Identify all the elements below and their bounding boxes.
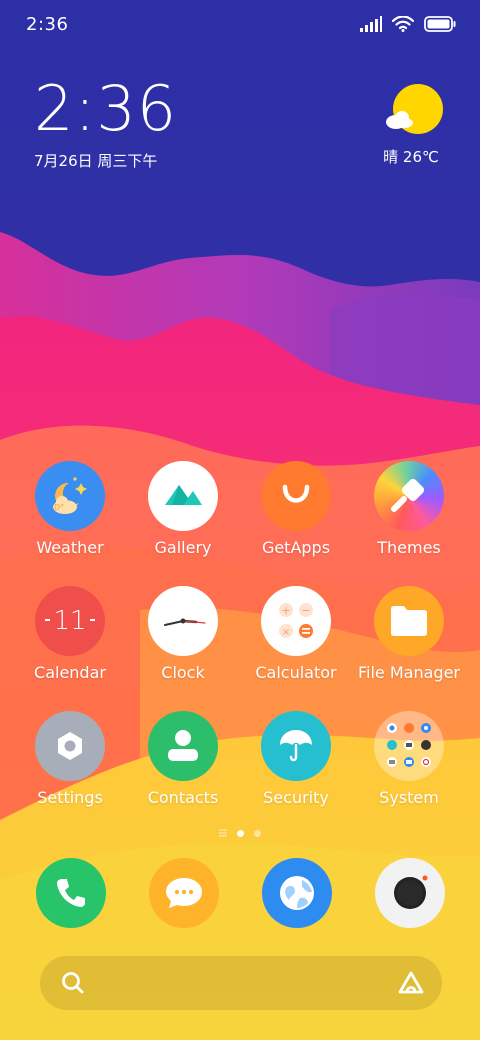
app-label: Settings <box>37 788 103 807</box>
getapps-icon <box>261 461 331 531</box>
status-icons <box>360 16 456 32</box>
app-weather[interactable]: D° Weather <box>14 461 126 557</box>
camera-icon <box>394 875 428 909</box>
settings-icon <box>35 711 105 781</box>
list-view-icon[interactable] <box>219 829 227 837</box>
file-manager-icon <box>374 586 444 656</box>
svg-text:−: − <box>301 604 310 617</box>
widget-time: 2:36 <box>34 72 178 145</box>
dock-phone[interactable] <box>36 858 106 928</box>
battery-icon <box>424 16 456 32</box>
sunny-cloud-icon <box>386 84 443 134</box>
app-label: Gallery <box>154 538 212 557</box>
assistant-icon[interactable] <box>396 970 426 996</box>
browser-icon <box>280 876 314 910</box>
signal-icon <box>360 16 382 32</box>
app-gallery[interactable]: Gallery <box>127 461 239 557</box>
contacts-icon <box>148 711 218 781</box>
app-settings[interactable]: Settings <box>14 711 126 807</box>
search-bar[interactable] <box>40 956 442 1010</box>
security-icon <box>261 711 331 781</box>
app-file-manager[interactable]: File Manager <box>353 586 465 682</box>
calendar-day: 11 <box>53 606 87 636</box>
app-system-folder[interactable]: System <box>353 711 465 807</box>
dock-messages[interactable] <box>149 858 219 928</box>
app-label: Contacts <box>147 788 219 807</box>
widget-date: 7月26日 周三下午 <box>34 152 158 170</box>
clock-widget[interactable]: 2:36 7月26日 周三下午 <box>34 78 177 171</box>
app-calendar[interactable]: 11 Calendar <box>14 586 126 682</box>
status-bar: 2:36 <box>0 0 480 52</box>
svg-text:+: + <box>281 604 290 617</box>
app-themes[interactable]: Themes <box>353 461 465 557</box>
page-dot-active[interactable] <box>237 829 244 837</box>
page-indicator[interactable] <box>0 826 480 840</box>
clock-icon <box>148 586 218 656</box>
app-label: File Manager <box>358 663 460 682</box>
app-label: System <box>379 788 439 807</box>
app-security[interactable]: Security <box>240 711 352 807</box>
app-clock[interactable]: Clock <box>127 586 239 682</box>
app-contacts[interactable]: Contacts <box>127 711 239 807</box>
app-label: Calculator <box>255 663 337 682</box>
system-folder-icon <box>374 711 444 781</box>
status-time: 2:36 <box>26 14 69 35</box>
app-label: Security <box>263 788 329 807</box>
app-label: Calendar <box>34 663 106 682</box>
dock-camera[interactable] <box>375 858 445 928</box>
weather-text: 晴 26℃ <box>383 148 439 166</box>
page-dot[interactable] <box>254 829 261 837</box>
app-label: Themes <box>377 538 441 557</box>
weather-widget[interactable]: 晴 26℃ <box>376 82 446 167</box>
app-label: Weather <box>36 538 104 557</box>
wifi-icon <box>392 16 414 32</box>
weather-icon: D° <box>35 461 105 531</box>
gallery-icon <box>148 461 218 531</box>
app-getapps[interactable]: GetApps <box>240 461 352 557</box>
dock-browser[interactable] <box>262 858 332 928</box>
phone-icon <box>57 879 85 907</box>
calculator-icon: + − × <box>261 586 331 656</box>
app-label: Clock <box>161 663 205 682</box>
svg-text:×: × <box>282 627 290 638</box>
svg-text:D°: D° <box>54 503 64 512</box>
app-calculator[interactable]: + − × Calculator <box>240 586 352 682</box>
calendar-icon: 11 <box>35 586 105 656</box>
themes-icon <box>374 461 444 531</box>
messages-icon <box>166 878 202 908</box>
app-label: GetApps <box>261 538 331 557</box>
search-icon[interactable] <box>60 970 86 996</box>
